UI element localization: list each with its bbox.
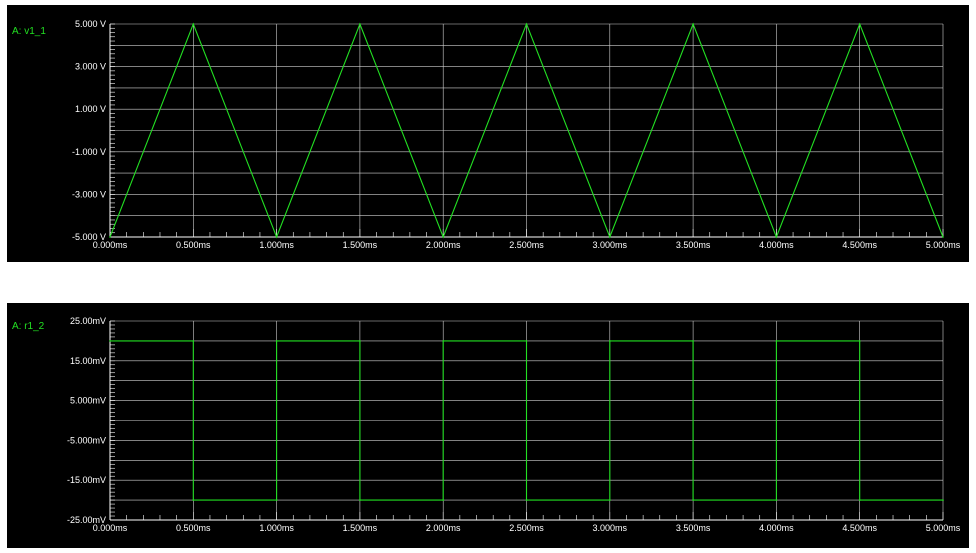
x-tick-label: 2.000ms xyxy=(426,240,461,250)
x-tick-label: 2.500ms xyxy=(509,523,544,533)
current-plot: 0.000ms 0.500ms 1.000ms 1.500ms 2.000ms 2.500… xyxy=(67,316,961,533)
data-point xyxy=(442,236,445,238)
data-point xyxy=(192,499,195,501)
data-point xyxy=(192,23,195,25)
data-point xyxy=(858,340,861,342)
y-tick-label: 1.000 V xyxy=(75,104,106,114)
x-tick-label: 3.000ms xyxy=(593,240,628,250)
x-tick-label: 1.000ms xyxy=(259,523,294,533)
y-tick-label: 5.000mV xyxy=(70,396,106,406)
data-point xyxy=(609,499,611,501)
y-tick-label: 25.00mV xyxy=(70,316,106,326)
y-tick-label: -5.000 V xyxy=(72,232,106,242)
data-point xyxy=(692,23,694,25)
y-tick-label: 5.000 V xyxy=(75,19,106,29)
voltage-plot-panel: A: v1_1 0.000ms 0.500ms 1.000ms 1.500ms 2.00… xyxy=(7,5,969,262)
x-tick-label: 0.500ms xyxy=(176,523,211,533)
data-point xyxy=(192,340,195,342)
x-tick-label: 5.000ms xyxy=(926,523,961,533)
x-tick-label: 1.000ms xyxy=(259,240,294,250)
data-point xyxy=(942,236,944,238)
data-point xyxy=(359,499,361,501)
y-tick-label: -1.000 V xyxy=(72,147,106,157)
data-point xyxy=(609,236,611,238)
x-tick-label: 1.500ms xyxy=(343,240,378,250)
voltage-plot: 0.000ms 0.500ms 1.000ms 1.500ms 2.000ms 2.500… xyxy=(72,19,961,250)
x-tick-label: 5.000ms xyxy=(926,240,961,250)
data-point xyxy=(275,340,278,342)
y-tick-label: -3.000 V xyxy=(72,189,106,199)
data-point xyxy=(609,340,611,342)
x-tick-label: 4.000ms xyxy=(759,523,794,533)
data-point xyxy=(942,499,944,501)
data-point xyxy=(692,499,694,501)
x-tick-label: 2.000ms xyxy=(426,523,461,533)
data-point xyxy=(858,23,861,25)
data-point xyxy=(359,340,361,342)
data-point xyxy=(775,499,778,501)
x-tick-label: 2.500ms xyxy=(509,240,544,250)
data-point xyxy=(858,499,861,501)
y-tick-label: -5.000mV xyxy=(67,435,106,445)
data-point xyxy=(359,23,361,25)
data-point xyxy=(275,499,278,501)
data-point xyxy=(109,340,111,342)
data-point xyxy=(442,499,445,501)
x-tick-label: 0.500ms xyxy=(176,240,211,250)
y-tick-label: 3.000 V xyxy=(75,62,106,72)
data-point xyxy=(525,340,528,342)
x-tick-label: 4.000ms xyxy=(759,240,794,250)
data-point xyxy=(775,236,778,238)
data-point xyxy=(692,340,694,342)
current-plot-panel: A: r1_2 0.000ms 0.500ms 1.000ms 1.500ms 2.00… xyxy=(7,303,969,548)
x-tick-label: 3.500ms xyxy=(676,240,711,250)
data-point xyxy=(525,23,528,25)
y-tick-label: -15.00mV xyxy=(67,475,106,485)
data-point xyxy=(275,236,278,238)
data-point xyxy=(442,340,445,342)
x-tick-label: 4.500ms xyxy=(842,523,877,533)
x-tick-label: 3.000ms xyxy=(593,523,628,533)
y-tick-label: -25.00mV xyxy=(67,515,106,525)
x-tick-label: 1.500ms xyxy=(343,523,378,533)
y-tick-label: 15.00mV xyxy=(70,356,106,366)
data-point xyxy=(109,236,111,238)
data-point xyxy=(525,499,528,501)
data-point xyxy=(775,340,778,342)
x-tick-label: 4.500ms xyxy=(842,240,877,250)
x-tick-label: 3.500ms xyxy=(676,523,711,533)
